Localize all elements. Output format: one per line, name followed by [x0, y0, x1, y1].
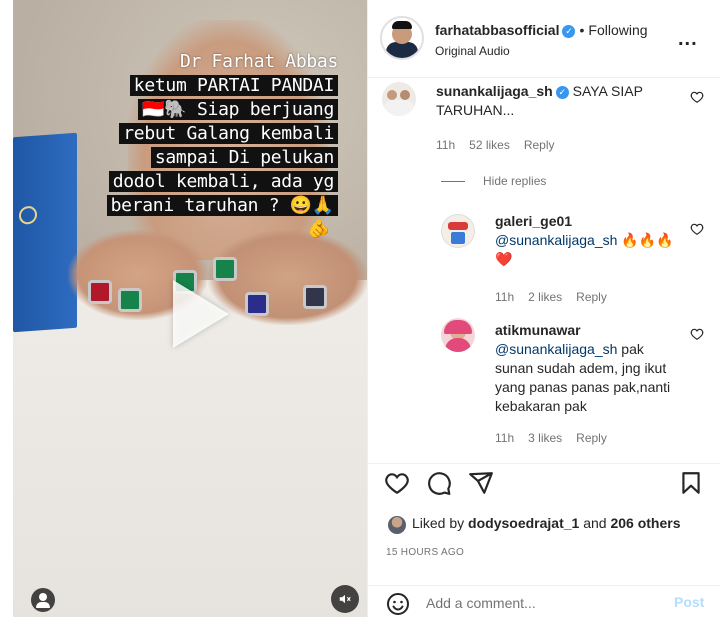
comment-likes[interactable]: 52 likes [469, 138, 510, 152]
caption-line: rebut Galang kembali [119, 123, 338, 144]
ring-blue [245, 292, 269, 316]
ring-green [213, 257, 237, 281]
reply-button[interactable]: Reply [576, 431, 607, 445]
play-icon[interactable] [173, 280, 229, 348]
bookmark-icon[interactable] [678, 470, 704, 496]
mute-icon[interactable] [331, 585, 359, 613]
video-caption: Dr Farhat Abbas ketum PARTAI PANDAI 🇮🇩🐘 … [63, 50, 338, 242]
separator: • [579, 22, 585, 38]
comment-meta: 11h 52 likes Reply [436, 138, 569, 152]
caption-line: ketum PARTAI PANDAI [129, 75, 338, 96]
comments-list[interactable]: sunankalijaga_sh ✓ SAYA SIAP TARUHAN... 1… [368, 78, 720, 463]
heart-icon[interactable] [690, 222, 704, 236]
comment-text: sunankalijaga_sh ✓ SAYA SIAP TARUHAN... [436, 82, 696, 120]
reply-time: 11h [495, 431, 515, 445]
reply-username[interactable]: galeri_ge01 [495, 213, 572, 229]
add-comment-bar: Post [368, 585, 720, 617]
commenter-avatar[interactable] [382, 82, 416, 116]
post-actions: Liked by dodysoedrajat_1 and 206 others … [368, 463, 720, 617]
heart-icon[interactable] [690, 327, 704, 341]
ring-red [88, 280, 112, 304]
caption-line: 🇮🇩🐘 Siap berjuang [138, 99, 338, 120]
heart-icon[interactable] [690, 90, 704, 104]
liker-avatar[interactable] [388, 516, 406, 534]
comment-icon[interactable] [426, 470, 452, 496]
post-header: farhatabbasofficial ✓ • Following Original … [368, 0, 720, 78]
post-side-panel: farhatabbasofficial ✓ • Following Original … [367, 0, 720, 617]
comment-time: 11h [436, 138, 456, 152]
author-row: farhatabbasofficial ✓ • Following [435, 22, 648, 38]
following-button[interactable]: Following [588, 22, 647, 38]
likes-summary[interactable]: Liked by dodysoedrajat_1 and 206 others [412, 515, 681, 531]
share-icon[interactable] [468, 470, 494, 496]
likes-prefix: Liked by [412, 515, 469, 531]
reply-button[interactable]: Reply [576, 290, 607, 304]
verified-icon: ✓ [562, 25, 576, 38]
liker-username[interactable]: dodysoedrajat_1 [468, 515, 579, 531]
post-button[interactable]: Post [674, 594, 704, 610]
reply-meta: 11h 3 likes Reply [495, 431, 621, 445]
comment-input[interactable] [426, 593, 656, 613]
original-audio-link[interactable]: Original Audio [435, 44, 510, 58]
tagged-user-icon[interactable] [31, 588, 55, 612]
reply-button[interactable]: Reply [524, 138, 555, 152]
heart-icon[interactable] [384, 470, 410, 496]
emoji-icon[interactable] [386, 592, 410, 616]
caption-line: Dr Farhat Abbas [179, 51, 338, 72]
more-icon[interactable]: ... [678, 28, 698, 51]
ring-dark [303, 285, 327, 309]
reply-likes[interactable]: 3 likes [528, 431, 562, 445]
likes-others[interactable]: 206 others [610, 515, 680, 531]
reply-text: atikmunawar @sunankalijaga_sh pak sunan … [495, 321, 680, 416]
caption-emoji: 🫵 [307, 219, 330, 240]
video-player[interactable]: Dr Farhat Abbas ketum PARTAI PANDAI 🇮🇩🐘 … [13, 0, 367, 617]
reply-mention[interactable]: @sunankalijaga_sh [495, 341, 617, 357]
reply-avatar[interactable] [441, 214, 475, 248]
reply-meta: 11h 2 likes Reply [495, 290, 621, 304]
reply-time: 11h [495, 290, 515, 304]
reply-likes[interactable]: 2 likes [528, 290, 562, 304]
post-timestamp[interactable]: 15 HOURS AGO [386, 547, 464, 558]
reply-text: galeri_ge01 @sunankalijaga_sh 🔥🔥🔥 ❤️ [495, 212, 680, 269]
verified-icon: ✓ [555, 86, 569, 99]
caption-line: berani taruhan ? 😀🙏 [106, 195, 338, 216]
hide-replies-button[interactable]: Hide replies [483, 174, 546, 188]
caption-line: dodol kembali, ada yg [108, 171, 338, 192]
author-avatar[interactable] [380, 16, 424, 60]
reply-avatar[interactable] [441, 318, 475, 352]
divider-line [441, 181, 465, 182]
reply-mention[interactable]: @sunankalijaga_sh [495, 232, 617, 248]
likes-middle: and [579, 515, 611, 531]
instagram-post-modal: Dr Farhat Abbas ketum PARTAI PANDAI 🇮🇩🐘 … [0, 0, 720, 617]
comment-username[interactable]: sunankalijaga_sh [436, 83, 553, 99]
author-username[interactable]: farhatabbasofficial [435, 22, 559, 38]
reply-username[interactable]: atikmunawar [495, 322, 581, 338]
ring-green [118, 288, 142, 312]
caption-line: sampai Di pelukan [150, 147, 338, 168]
